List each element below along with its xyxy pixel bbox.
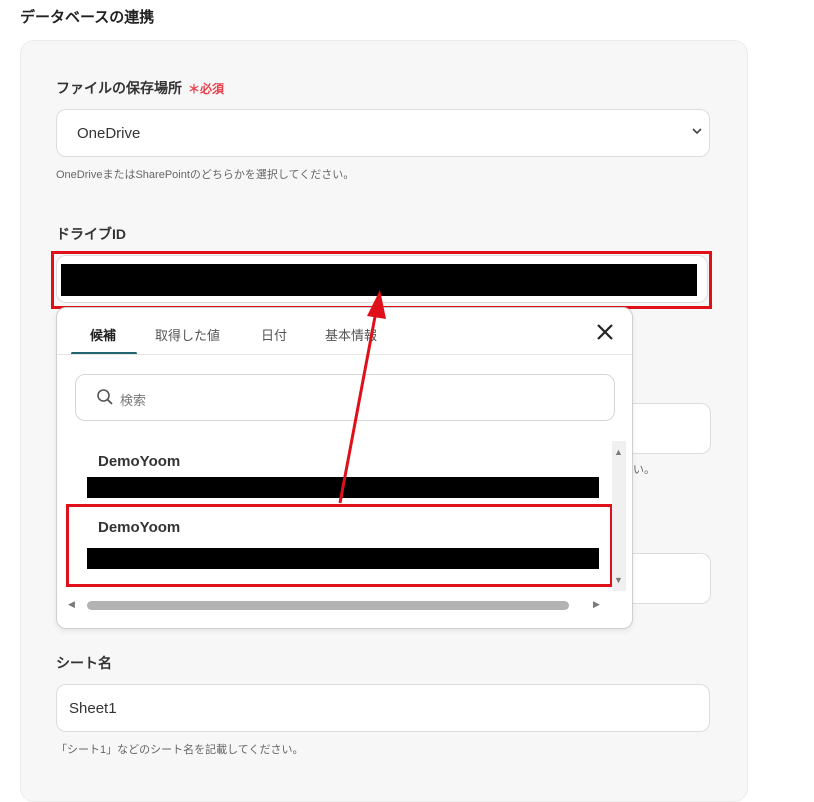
sheet-name-help: 「シート1」などのシート名を記載してください。 <box>56 744 304 756</box>
annotation-arrow <box>338 290 386 504</box>
sheet-name-input[interactable]: Sheet1 <box>56 684 710 732</box>
sheet-name-label: シート名 <box>56 655 112 671</box>
sheet-name-value: Sheet1 <box>69 700 117 717</box>
